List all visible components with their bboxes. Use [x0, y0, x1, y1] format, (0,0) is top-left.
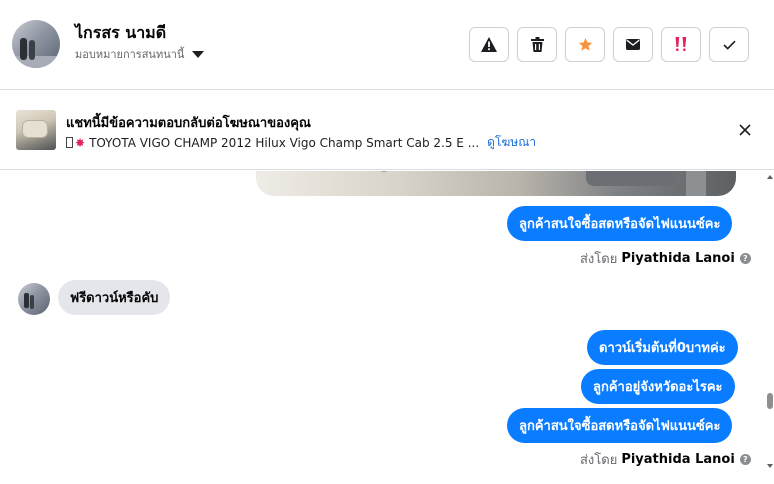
view-ad-link[interactable]: ดูโฆษณา — [487, 133, 536, 152]
ad-banner-title: แชทนี้มีข้อความตอบกลับต่อโฆษณาของคุณ — [66, 116, 311, 131]
mark-unread-button[interactable] — [613, 27, 653, 62]
sent-by-prefix: ส่งโดย — [580, 252, 618, 267]
incoming-message[interactable]: ฟรีดาวน์หรือคับ — [58, 280, 171, 315]
outgoing-message[interactable]: ลูกค้าอยู่จังหวัดอะไรคะ — [581, 369, 735, 404]
conversation-header: ไกรสร นามดี มอบหมายการสนทนานี้ — [0, 0, 774, 90]
image-attachment[interactable] — [256, 171, 736, 196]
sender-name: Piyathida Lanoi — [621, 251, 735, 266]
close-icon — [739, 124, 751, 136]
outgoing-message[interactable]: ลูกค้าสนใจซื้อสดหรือจัดไฟแนนซ์คะ — [507, 206, 733, 241]
star-button[interactable] — [565, 27, 605, 62]
outgoing-message[interactable]: ลูกค้าสนใจซื้อสดหรือจัดไฟแนนซ์คะ — [507, 408, 733, 443]
collision-emoji-icon: ✸ — [75, 135, 86, 150]
contact-name[interactable]: ไกรสร นามดี — [75, 21, 166, 46]
check-icon — [722, 40, 736, 50]
scroll-down-arrow-icon[interactable] — [767, 464, 773, 468]
info-icon[interactable]: ? — [739, 454, 751, 465]
sent-by-label: ส่งโดย Piyathida Lanoi ? — [580, 248, 751, 269]
report-spam-button[interactable] — [469, 27, 509, 62]
trash-icon — [530, 37, 544, 52]
delete-button[interactable] — [517, 27, 557, 62]
caret-down-icon — [192, 50, 205, 58]
ad-thumbnail[interactable] — [16, 110, 56, 150]
message-thread: ลูกค้าสนใจซื้อสดหรือจัดไฟแนนซ์คะ ส่งโดย … — [0, 171, 766, 484]
ad-description-line: ✸ TOYOTA VIGO CHAMP 2012 Hilux Vigo Cham… — [66, 133, 536, 152]
emoji-placeholder-icon — [66, 137, 73, 148]
ad-text: TOYOTA VIGO CHAMP 2012 Hilux Vigo Champ … — [89, 135, 480, 150]
contact-avatar[interactable] — [12, 20, 60, 68]
sender-name: Piyathida Lanoi — [621, 452, 735, 467]
sent-by-prefix: ส่งโดย — [580, 453, 618, 468]
assign-label: มอบหมายการสนทนานี้ — [75, 48, 185, 61]
close-banner-button[interactable] — [735, 120, 755, 140]
outgoing-message[interactable]: ดาวน์เริ่มต้นที่0บาทค่ะ — [587, 330, 738, 365]
envelope-icon — [626, 39, 640, 50]
follow-up-button[interactable] — [661, 27, 701, 62]
assign-conversation-dropdown[interactable]: มอบหมายการสนทนานี้ — [75, 45, 205, 63]
contact-avatar-small[interactable] — [18, 283, 50, 315]
mark-done-button[interactable] — [709, 27, 749, 62]
scrollbar-thumb[interactable] — [767, 393, 773, 409]
header-actions — [469, 27, 749, 62]
thread-scrollbar[interactable] — [766, 171, 774, 484]
double-exclamation-icon — [675, 37, 687, 51]
star-icon — [578, 37, 592, 51]
sent-by-label: ส่งโดย Piyathida Lanoi ? — [580, 449, 751, 470]
warning-icon — [481, 37, 497, 52]
scroll-up-arrow-icon[interactable] — [767, 175, 773, 179]
info-icon[interactable]: ? — [739, 253, 751, 264]
